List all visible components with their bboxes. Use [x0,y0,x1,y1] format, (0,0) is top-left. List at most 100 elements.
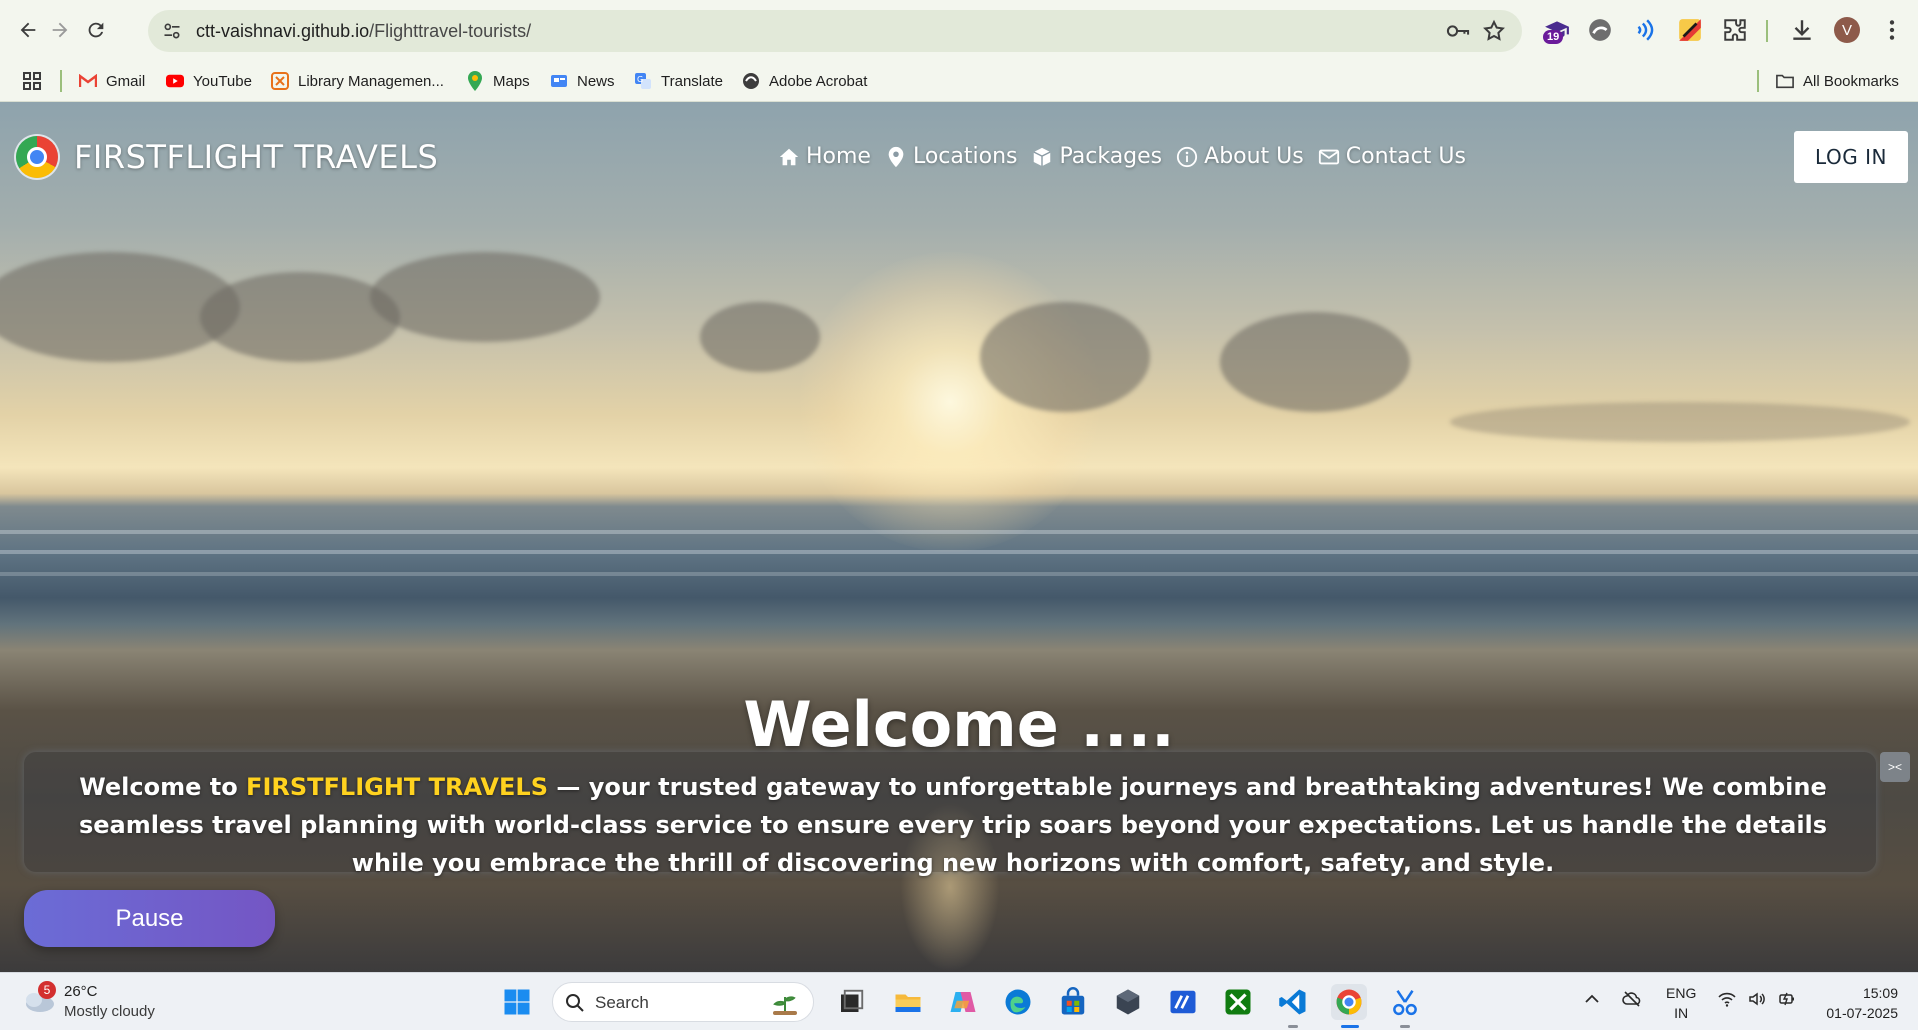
nav-label: Contact Us [1345,144,1466,169]
nav-packages[interactable]: Packages [1031,144,1162,169]
nav-home[interactable]: Home [778,144,871,169]
toolbar-divider [1766,20,1768,42]
terminal-app-icon[interactable] [1165,984,1201,1020]
battery-charging-icon[interactable] [1775,987,1799,1011]
url-text[interactable]: ctt-vaishnavi.github.io/Flighttravel-tou… [196,21,531,42]
intro-brand-highlight: FIRSTFLIGHT TRAVELS [246,773,548,801]
brand-name: FIRSTFLIGHT TRAVELS [74,138,439,176]
info-icon [1177,146,1198,167]
login-button[interactable]: LOG IN [1794,131,1908,183]
running-indicator [1288,1025,1298,1028]
acrobat-icon [742,72,760,90]
volume-icon[interactable] [1745,987,1769,1011]
bookmark-label: Maps [493,72,530,90]
nav-label: Locations [912,144,1018,169]
color-picker-extension-icon[interactable] [1675,15,1705,45]
bookmark-label: Adobe Acrobat [769,72,868,90]
cloud [200,272,400,362]
home-icon [779,148,799,165]
envelope-icon [1318,149,1339,164]
extensions-icon[interactable] [1720,15,1750,45]
taskbar-search[interactable]: Search [552,982,814,1022]
intro-prefix: Welcome to [79,773,247,801]
windows-start-icon[interactable] [499,984,535,1020]
search-icon [566,994,584,1012]
main-nav: Home Locations Packages About Us Contact… [778,144,1466,169]
clock-time: 15:09 [1862,985,1898,1001]
cloud [700,302,820,372]
hero-video-background: FIRSTFLIGHT TRAVELS Home Locations Packa… [0,102,1918,972]
reload-icon[interactable] [78,12,114,48]
apps-grid-icon[interactable] [22,68,42,94]
region-code: IN [1674,1005,1689,1021]
task-view-icon[interactable] [833,984,869,1020]
youtube-icon [166,72,184,90]
search-placeholder: Search [595,993,649,1012]
plant-highlight-icon [773,996,797,1015]
system-clock[interactable]: 15:09 01-07-2025 [1814,983,1898,1023]
cube-app-icon[interactable] [1110,984,1146,1020]
bookmark-library[interactable]: Library Managemen... [271,68,444,94]
file-explorer-icon[interactable] [890,984,926,1020]
nav-label: Packages [1059,144,1163,169]
star-icon[interactable] [1482,19,1506,43]
bookmark-translate[interactable]: G Translate [634,68,723,94]
maps-icon [466,71,484,91]
forward-icon[interactable] [42,12,78,48]
wifi-icon[interactable] [1715,987,1739,1011]
chevron-up-icon[interactable] [1580,987,1604,1011]
bookmark-adobe-acrobat[interactable]: Adobe Acrobat [742,68,867,94]
location-pin-icon [888,146,904,167]
download-icon[interactable] [1787,15,1817,45]
nav-contact-us[interactable]: Contact Us [1318,144,1466,169]
bookmark-maps[interactable]: Maps [466,68,530,94]
microsoft-store-icon[interactable] [1055,984,1091,1020]
wave-line [0,530,1918,534]
bookmark-youtube[interactable]: YouTube [166,68,252,94]
brand[interactable]: FIRSTFLIGHT TRAVELS [16,136,438,178]
read-aloud-extension-icon[interactable] [1630,15,1660,45]
gmail-icon [79,72,97,90]
nav-label: About Us [1204,144,1304,169]
cloud-sync-off-icon[interactable] [1620,987,1644,1011]
copilot-icon[interactable] [945,984,981,1020]
bookmark-label: YouTube [193,72,252,90]
all-bookmarks-label: All Bookmarks [1803,72,1899,90]
address-bar[interactable]: ctt-vaishnavi.github.io/Flighttravel-tou… [148,10,1522,52]
folder-icon [1776,72,1794,90]
news-icon [550,72,568,90]
nav-locations[interactable]: Locations [885,144,1018,169]
menu-icon[interactable] [1877,15,1907,45]
library-icon [271,72,289,90]
bookmark-label: Gmail [106,72,146,90]
key-icon[interactable] [1446,20,1470,42]
bookmarks-bar: Gmail YouTube Library Managemen... Maps … [0,60,1918,102]
wave-line [0,572,1918,576]
side-panel-toggle-icon[interactable]: >< [1880,752,1910,782]
cloud [370,252,600,342]
weather-temperature: 26°C [64,983,98,1000]
xbox-icon[interactable] [1220,984,1256,1020]
blocker-extension-icon[interactable] [1585,15,1615,45]
cloud [1450,402,1910,442]
language-code: ENG [1666,985,1697,1001]
site-info-icon[interactable] [162,21,182,41]
bookmark-gmail[interactable]: Gmail [79,68,145,94]
active-indicator [1341,1025,1359,1028]
package-box-icon [1033,147,1052,166]
pause-video-button[interactable]: Pause [24,890,275,947]
bookmark-news[interactable]: News [550,68,615,94]
vscode-icon[interactable] [1275,984,1311,1020]
snipping-tool-icon[interactable] [1387,984,1423,1020]
nav-about-us[interactable]: About Us [1176,144,1304,169]
weather-condition: Mostly cloudy [64,1003,155,1020]
chrome-icon[interactable] [1331,984,1367,1020]
profile-avatar[interactable]: V [1834,17,1860,43]
all-bookmarks[interactable]: All Bookmarks [1776,68,1899,94]
back-icon[interactable] [10,12,46,48]
nav-label: Home [806,144,871,169]
input-language[interactable]: ENG IN [1666,983,1696,1023]
taskbar: 5 26°C Mostly cloudy Search ENG IN 15:09… [0,972,1918,1030]
wave-line [0,550,1918,554]
edge-icon[interactable] [1000,984,1036,1020]
